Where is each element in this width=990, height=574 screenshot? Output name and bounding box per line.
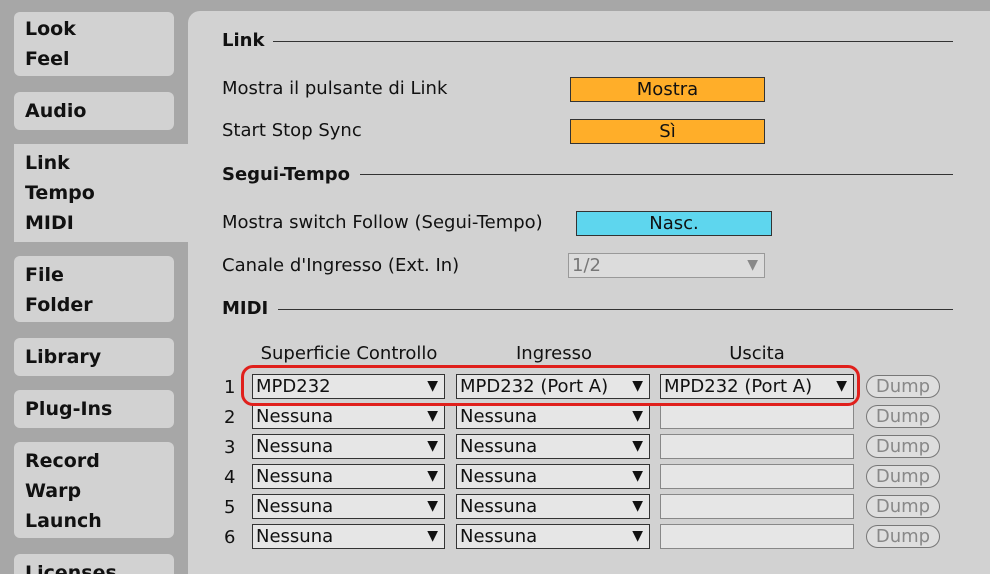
midi-output-empty: [660, 404, 854, 429]
section-title-tempo: Segui-Tempo: [222, 164, 350, 185]
control-surface-select[interactable]: Nessuna ▼: [252, 404, 445, 429]
chevron-down-icon: ▼: [632, 468, 643, 484]
tab-label: Tempo: [25, 182, 95, 204]
midi-input-select[interactable]: MPD232 (Port A) ▼: [456, 374, 650, 399]
chevron-down-icon: ▼: [427, 528, 438, 544]
chevron-down-icon: ▼: [632, 408, 643, 424]
tab-label: Licenses: [25, 562, 117, 574]
select-value: MPD232: [256, 376, 331, 397]
tab-label: Folder: [25, 294, 93, 316]
start-stop-sync-label: Start Stop Sync: [222, 120, 362, 141]
chevron-down-icon: ▼: [632, 378, 643, 394]
midi-output-empty: [660, 494, 854, 519]
tab-label: Plug-Ins: [25, 398, 113, 420]
dump-button[interactable]: Dump: [866, 375, 940, 398]
input-channel-select[interactable]: 1/2 ▼: [568, 253, 765, 278]
tab-label: File: [25, 264, 64, 286]
tab-file-folder[interactable]: File Folder: [14, 256, 174, 322]
chevron-down-icon: ▼: [632, 438, 643, 454]
tab-label: Warp: [25, 480, 82, 502]
section-divider: [278, 309, 953, 310]
tab-label: Link: [25, 152, 70, 174]
chevron-down-icon: ▼: [427, 468, 438, 484]
tab-plug-ins[interactable]: Plug-Ins: [14, 390, 174, 428]
tab-label: Audio: [25, 100, 87, 122]
dump-button[interactable]: Dump: [866, 495, 940, 518]
midi-row-number: 4: [224, 467, 236, 488]
dump-button[interactable]: Dump: [866, 405, 940, 428]
section-divider: [360, 174, 953, 175]
select-value: Nessuna: [460, 436, 538, 457]
dump-button[interactable]: Dump: [866, 435, 940, 458]
tab-library[interactable]: Library: [14, 338, 174, 376]
chevron-down-icon: ▼: [427, 438, 438, 454]
tab-label: Library: [25, 346, 102, 368]
chevron-down-icon: ▼: [427, 498, 438, 514]
control-surface-select[interactable]: MPD232 ▼: [252, 374, 445, 399]
tab-look-feel[interactable]: Look Feel: [14, 12, 174, 76]
show-link-button-label: Mostra il pulsante di Link: [222, 78, 448, 99]
tab-audio[interactable]: Audio: [14, 92, 174, 130]
control-surface-select[interactable]: Nessuna ▼: [252, 434, 445, 459]
midi-output-empty: [660, 434, 854, 459]
select-value: Nessuna: [256, 406, 334, 427]
tab-label: MIDI: [25, 212, 74, 234]
select-value: MPD232 (Port A): [664, 376, 813, 397]
tab-label: Launch: [25, 510, 102, 532]
chevron-down-icon: ▼: [632, 498, 643, 514]
midi-row-number: 5: [224, 497, 236, 518]
tab-label: Record: [25, 450, 100, 472]
select-value: Nessuna: [460, 466, 538, 487]
chevron-down-icon: ▼: [427, 378, 438, 394]
dump-button[interactable]: Dump: [866, 465, 940, 488]
preferences-panel: Link Mostra il pulsante di Link Mostra S…: [188, 11, 990, 574]
start-stop-sync-toggle[interactable]: Sì: [570, 119, 765, 144]
chevron-down-icon: ▼: [747, 257, 758, 273]
midi-row-number: 2: [224, 407, 236, 428]
control-surface-select[interactable]: Nessuna ▼: [252, 494, 445, 519]
chevron-down-icon: ▼: [427, 408, 438, 424]
midi-input-select[interactable]: Nessuna ▼: [456, 464, 650, 489]
tab-link-tempo-midi[interactable]: Link Tempo MIDI: [14, 144, 188, 242]
midi-input-select[interactable]: Nessuna ▼: [456, 434, 650, 459]
midi-input-select[interactable]: Nessuna ▼: [456, 494, 650, 519]
control-surface-select[interactable]: Nessuna ▼: [252, 524, 445, 549]
select-value: Nessuna: [460, 526, 538, 547]
section-title-midi: MIDI: [222, 298, 269, 319]
midi-output-empty: [660, 464, 854, 489]
tab-label: Look: [25, 18, 76, 40]
select-value: Nessuna: [460, 406, 538, 427]
select-value: Nessuna: [460, 496, 538, 517]
tab-label: Feel: [25, 48, 70, 70]
follow-switch-label: Mostra switch Follow (Segui-Tempo): [222, 212, 543, 233]
column-header-output: Uscita: [729, 343, 785, 364]
select-value: Nessuna: [256, 526, 334, 547]
chevron-down-icon: ▼: [836, 378, 847, 394]
midi-input-select[interactable]: Nessuna ▼: [456, 524, 650, 549]
select-value: MPD232 (Port A): [460, 376, 609, 397]
select-value: Nessuna: [256, 436, 334, 457]
input-channel-label: Canale d'Ingresso (Ext. In): [222, 255, 460, 276]
column-header-surface: Superficie Controllo: [260, 343, 438, 364]
tab-licenses[interactable]: Licenses: [14, 554, 174, 574]
midi-row-number: 3: [224, 437, 236, 458]
show-link-button-toggle[interactable]: Mostra: [570, 77, 765, 102]
chevron-down-icon: ▼: [632, 528, 643, 544]
midi-output-empty: [660, 524, 854, 549]
select-value: 1/2: [572, 255, 601, 276]
control-surface-select[interactable]: Nessuna ▼: [252, 464, 445, 489]
midi-output-select[interactable]: MPD232 (Port A) ▼: [660, 374, 854, 399]
dump-button[interactable]: Dump: [866, 525, 940, 548]
tab-record-warp-launch[interactable]: Record Warp Launch: [14, 442, 174, 538]
select-value: Nessuna: [256, 496, 334, 517]
column-header-input: Ingresso: [516, 343, 592, 364]
section-title-link: Link: [222, 30, 265, 51]
midi-row-number: 1: [224, 377, 236, 398]
select-value: Nessuna: [256, 466, 334, 487]
follow-switch-toggle[interactable]: Nasc.: [576, 211, 772, 236]
midi-input-select[interactable]: Nessuna ▼: [456, 404, 650, 429]
section-divider: [273, 41, 953, 42]
midi-row-number: 6: [224, 527, 236, 548]
